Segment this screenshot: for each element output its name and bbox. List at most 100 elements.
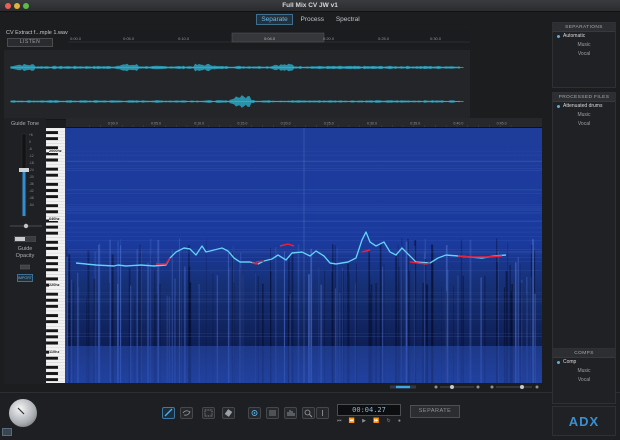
overview-ruler[interactable]: 0:00.0 0:05.0 0:10.0 0:04.0 0:20.0 0:25.… — [68, 30, 470, 46]
svg-text:-36: -36 — [29, 182, 34, 186]
pencil-tool-button[interactable] — [162, 407, 175, 419]
horizontal-zoom-slider — [490, 385, 539, 389]
harmonics-icon — [269, 410, 276, 416]
tab-process[interactable]: Process — [297, 15, 328, 24]
processed-files-section: PROCESSED FILES Attenuated drums Music V… — [552, 92, 616, 362]
guide-import-button[interactable]: IMPORT — [17, 274, 33, 282]
play-icon[interactable]: ▶ — [362, 418, 366, 426]
text-cursor-tool-button[interactable] — [316, 407, 329, 419]
guide-opacity-label: Guide Opacity — [15, 246, 35, 259]
back-icon[interactable]: ⏪ — [349, 418, 355, 426]
master-volume-knob[interactable] — [8, 398, 38, 428]
ov-tick-1: 0:05.0 — [123, 36, 135, 41]
separation-item-vocal[interactable]: Vocal — [553, 50, 615, 59]
ov-tick-6: 0:30.0 — [430, 36, 442, 41]
svg-text:-54: -54 — [29, 203, 34, 207]
processed-item-music[interactable]: Music — [553, 111, 615, 120]
svg-text:-30: -30 — [29, 175, 34, 179]
spectrogram-time-ruler[interactable]: 0:00.0 0:05.0 0:10.0 0:15.0 0:20.0 0:25.… — [66, 118, 542, 128]
svg-text:-48: -48 — [29, 196, 34, 200]
listen-button[interactable]: LISTEN — [7, 38, 53, 47]
comp-item-vocal[interactable]: Vocal — [553, 376, 615, 385]
zoom-tool-button[interactable] — [302, 407, 315, 419]
eraser-icon — [224, 409, 233, 417]
comps-header: COMPS — [553, 349, 615, 358]
sp-tick-0: 0:00.0 — [108, 121, 118, 125]
tab-spectral[interactable]: Spectral — [332, 15, 364, 24]
harmonic-tool-button[interactable] — [266, 407, 279, 419]
pencil-icon — [164, 408, 173, 417]
svg-text:0: 0 — [29, 140, 31, 144]
sp-tick-3: 0:15.0 — [237, 121, 247, 125]
loop-icon[interactable]: ↻ — [387, 418, 391, 426]
freq-label-2000: 2000hz — [49, 149, 62, 153]
select-tool-button[interactable] — [180, 407, 193, 419]
tab-separate[interactable]: Separate — [256, 14, 293, 25]
processed-item-vocal[interactable]: Vocal — [553, 120, 615, 129]
separations-section: SEPARATIONS Automatic Music Vocal — [552, 22, 616, 88]
rewind-icon[interactable]: ⏮ — [337, 418, 342, 426]
comps-section: COMPS Comp Music Vocal — [552, 348, 616, 404]
svg-text:-6: -6 — [29, 147, 32, 151]
svg-text:-24: -24 — [29, 168, 34, 172]
sp-tick-9: 0:45.0 — [497, 121, 507, 125]
sp-tick-8: 0:40.0 — [453, 121, 463, 125]
sp-tick-4: 0:20.0 — [281, 121, 291, 125]
guide-pan-slider[interactable] — [8, 222, 44, 230]
magic-wand-icon — [251, 410, 258, 416]
separation-item-music[interactable]: Music — [553, 41, 615, 50]
text-cursor-icon — [322, 410, 323, 416]
magic-wand-tool-button[interactable] — [248, 407, 261, 419]
comp-item-comp[interactable]: Comp — [553, 358, 615, 367]
hand-tool-button[interactable] — [284, 407, 297, 419]
forward-icon[interactable]: ⏩ — [373, 418, 379, 426]
svg-text:-12: -12 — [29, 154, 34, 158]
bottom-toolbar — [0, 392, 620, 440]
hand-icon — [287, 410, 295, 416]
sp-tick-5: 0:25.0 — [324, 121, 334, 125]
knob-indicator-icon — [17, 407, 25, 415]
svg-text:-18: -18 — [29, 161, 34, 165]
svg-text:-42: -42 — [29, 189, 34, 193]
zoom-controls[interactable] — [390, 383, 542, 391]
rectangle-select-icon — [204, 409, 213, 417]
separations-header: SEPARATIONS — [553, 23, 615, 32]
right-panel: SEPARATIONS Automatic Music Vocal PROCES… — [552, 20, 616, 440]
guide-toggle[interactable] — [14, 236, 36, 242]
freq-label-110: 110hz — [49, 350, 60, 354]
spectrogram-view[interactable] — [66, 128, 542, 383]
waveform-lane-2[interactable] — [4, 84, 470, 120]
freq-label-220: 220hz — [49, 283, 60, 287]
guide-tone-meter[interactable]: +6 0 -6 -12 -18 -24 -30 -36 -42 -48 -54 — [4, 130, 46, 220]
waveform-lane-1[interactable] — [4, 50, 470, 86]
processed-item-attenuated-drums[interactable]: Attenuated drums — [553, 102, 615, 111]
title-bar: Full Mix CV JW v1 — [0, 0, 620, 12]
transport-controls: ⏮ ⏪ ▶ ⏩ ↻ ● — [337, 418, 401, 426]
app-badge-icon — [2, 428, 12, 436]
sp-tick-7: 0:35.0 — [410, 121, 420, 125]
sp-tick-6: 0:30.0 — [367, 121, 377, 125]
box-select-tool-button[interactable] — [202, 407, 215, 419]
separation-item-automatic[interactable]: Automatic — [553, 32, 615, 41]
file-bar: CV Extract f...mple 1.wav LISTEN 0:00.0 … — [4, 30, 470, 48]
sp-tick-2: 0:10.0 — [194, 121, 204, 125]
window-title: Full Mix CV JW v1 — [282, 2, 338, 9]
ov-tick-3: 0:04.0 — [264, 36, 276, 41]
ov-tick-5: 0:25.0 — [378, 36, 390, 41]
piano-keyboard[interactable]: 2000hz 640hz 220hz 110hz — [46, 128, 66, 383]
piano-keys[interactable] — [46, 128, 66, 383]
guide-opacity-slider[interactable] — [20, 264, 30, 270]
file-name: CV Extract f...mple 1.wav — [6, 30, 68, 36]
separate-button[interactable]: SEPARATE — [410, 405, 460, 418]
sp-tick-1: 0:05.0 — [151, 121, 161, 125]
guide-tone-panel: Guide Tone +6 0 -6 -12 -18 -24 -30 -36 -… — [4, 118, 46, 384]
magnifier-icon — [304, 409, 313, 418]
comp-item-music[interactable]: Music — [553, 367, 615, 376]
ov-tick-4: 0:20.0 — [323, 36, 335, 41]
ov-tick-0: 0:00.0 — [70, 36, 82, 41]
record-icon[interactable]: ● — [398, 418, 401, 426]
lasso-icon — [182, 410, 191, 416]
ov-tick-2: 0:10.0 — [178, 36, 190, 41]
processed-files-header: PROCESSED FILES — [553, 93, 615, 102]
eraser-tool-button[interactable] — [222, 407, 235, 419]
